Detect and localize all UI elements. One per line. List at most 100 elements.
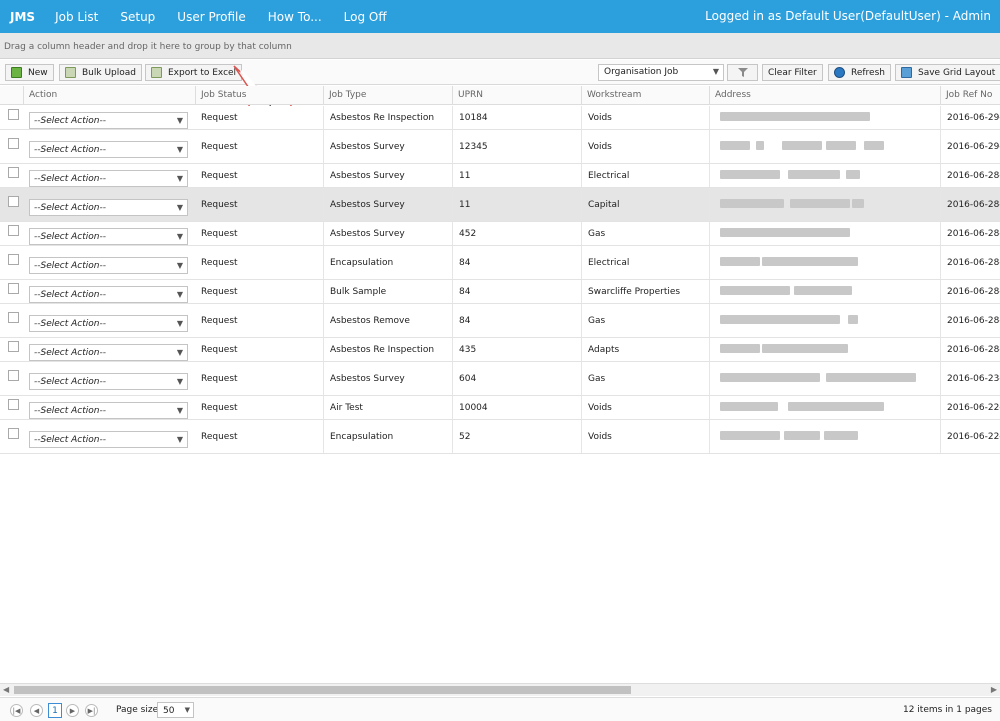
previous-page-icon[interactable]: ◀	[30, 704, 43, 717]
redacted-address	[826, 141, 856, 150]
table-row[interactable]: --Select Action-- ▼ Request Asbestos Survey…	[0, 362, 1000, 396]
new-icon	[11, 67, 22, 78]
bulk-upload-button[interactable]: Bulk Upload	[59, 64, 142, 81]
new-button[interactable]: New	[5, 64, 54, 81]
row-action-select[interactable]: --Select Action-- ▼	[29, 315, 188, 332]
page-size-label: Page size:	[116, 705, 162, 715]
cell-job-type: Asbestos Survey	[323, 130, 452, 163]
last-page-icon[interactable]: ▶|	[85, 704, 98, 717]
header-address[interactable]: Address	[709, 86, 940, 105]
row-checkbox[interactable]	[8, 370, 19, 381]
row-action-select[interactable]: --Select Action-- ▼	[29, 170, 188, 187]
row-action-select[interactable]: --Select Action-- ▼	[29, 199, 188, 216]
row-action-select[interactable]: --Select Action-- ▼	[29, 257, 188, 274]
next-page-icon[interactable]: ▶	[66, 704, 79, 717]
row-action-value: --Select Action--	[34, 203, 106, 213]
row-action-select[interactable]: --Select Action-- ▼	[29, 228, 188, 245]
current-page-button[interactable]: 1	[48, 703, 62, 718]
redacted-address	[720, 170, 780, 179]
group-by-panel[interactable]: Drag a column header and drop it here to…	[0, 33, 1000, 59]
chevron-down-icon: ▼	[176, 377, 183, 386]
table-row[interactable]: --Select Action-- ▼ Request Asbestos Survey…	[0, 188, 1000, 222]
row-action-select[interactable]: --Select Action-- ▼	[29, 402, 188, 419]
filter-button[interactable]	[727, 64, 758, 81]
pager-info: 12 items in 1 pages	[902, 705, 992, 715]
cell-workstream: Capital	[581, 188, 709, 221]
redacted-address	[720, 257, 760, 266]
scroll-right-icon[interactable]: ▶	[991, 685, 997, 694]
cell-job-ref-no: 2016-06-28-1	[940, 188, 1000, 221]
cell-job-type: Asbestos Survey	[323, 188, 452, 221]
table-row[interactable]: --Select Action-- ▼ Request Air Test 10004 Vo…	[0, 396, 1000, 420]
row-checkbox[interactable]	[8, 167, 19, 178]
cell-job-type: Asbestos Survey	[323, 222, 452, 245]
cell-job-type: Asbestos Re Inspection	[323, 338, 452, 361]
chevron-down-icon: ▼	[176, 435, 183, 444]
row-action-select[interactable]: --Select Action-- ▼	[29, 286, 188, 303]
row-checkbox[interactable]	[8, 225, 19, 236]
app-brand[interactable]: JMS	[10, 10, 35, 24]
clear-filter-label: Clear Filter	[768, 67, 817, 78]
header-job-ref-no[interactable]: Job Ref No	[940, 86, 1000, 105]
redacted-address	[720, 199, 784, 208]
table-row[interactable]: --Select Action-- ▼ Request Asbestos Survey…	[0, 222, 1000, 246]
nav-log-off[interactable]: Log Off	[344, 10, 387, 24]
cell-workstream: Voids	[581, 106, 709, 129]
chevron-down-icon: ▼	[176, 116, 183, 125]
cell-workstream: Gas	[581, 222, 709, 245]
scrollbar-thumb[interactable]	[14, 686, 631, 694]
clear-filter-button[interactable]: Clear Filter	[762, 64, 823, 81]
cell-workstream: Swarcliffe Properties	[581, 280, 709, 303]
row-checkbox[interactable]	[8, 109, 19, 120]
row-checkbox[interactable]	[8, 312, 19, 323]
header-action[interactable]: Action	[23, 86, 195, 105]
redacted-address	[756, 141, 764, 150]
first-page-icon[interactable]: |◀	[10, 704, 23, 717]
cell-workstream: Electrical	[581, 164, 709, 187]
horizontal-scrollbar[interactable]: ◀ ▶	[0, 683, 1000, 696]
cell-workstream: Voids	[581, 130, 709, 163]
cell-uprn: 11	[452, 164, 581, 187]
row-action-select[interactable]: --Select Action-- ▼	[29, 373, 188, 390]
header-job-type[interactable]: Job Type	[323, 86, 452, 105]
row-checkbox[interactable]	[8, 254, 19, 265]
table-row[interactable]: --Select Action-- ▼ Request Asbestos Re Ins…	[0, 338, 1000, 362]
chevron-down-icon: ▼	[176, 348, 183, 357]
table-row[interactable]: --Select Action-- ▼ Request Asbestos Survey…	[0, 130, 1000, 164]
cell-workstream: Voids	[581, 420, 709, 453]
row-action-select[interactable]: --Select Action-- ▼	[29, 431, 188, 448]
organisation-job-select[interactable]: Organisation Job ▼	[598, 64, 724, 81]
row-checkbox[interactable]	[8, 399, 19, 410]
page-size-select[interactable]: 50 ▼	[157, 702, 194, 718]
refresh-label: Refresh	[851, 67, 885, 78]
row-checkbox[interactable]	[8, 428, 19, 439]
row-action-select[interactable]: --Select Action-- ▼	[29, 112, 188, 129]
table-row[interactable]: --Select Action-- ▼ Request Encapsulation 52…	[0, 420, 1000, 454]
nav-job-list[interactable]: Job List	[55, 10, 98, 24]
header-uprn[interactable]: UPRN	[452, 86, 581, 105]
row-action-select[interactable]: --Select Action-- ▼	[29, 141, 188, 158]
redacted-address	[848, 315, 858, 324]
scroll-left-icon[interactable]: ◀	[3, 685, 9, 694]
row-checkbox[interactable]	[8, 341, 19, 352]
table-row[interactable]: --Select Action-- ▼ Request Encapsulation 84…	[0, 246, 1000, 280]
chevron-down-icon: ▼	[176, 174, 183, 183]
row-action-select[interactable]: --Select Action-- ▼	[29, 344, 188, 361]
table-row[interactable]: --Select Action-- ▼ Request Asbestos Survey…	[0, 164, 1000, 188]
spreadsheet-icon	[65, 67, 76, 78]
row-checkbox[interactable]	[8, 196, 19, 207]
nav-setup[interactable]: Setup	[120, 10, 155, 24]
row-checkbox[interactable]	[8, 283, 19, 294]
nav-user-profile[interactable]: User Profile	[177, 10, 245, 24]
header-job-status[interactable]: Job Status	[195, 86, 323, 105]
refresh-button[interactable]: Refresh	[828, 64, 891, 81]
cell-workstream: Voids	[581, 396, 709, 419]
table-row[interactable]: --Select Action-- ▼ Request Asbestos Remove…	[0, 304, 1000, 338]
table-row[interactable]: --Select Action-- ▼ Request Bulk Sample 84 Sw…	[0, 280, 1000, 304]
logged-in-user: Logged in as Default User(DefaultUser) -…	[705, 9, 991, 23]
nav-how-to[interactable]: How To...	[268, 10, 322, 24]
save-grid-layout-button[interactable]: Save Grid Layout	[895, 64, 1000, 81]
row-checkbox[interactable]	[8, 138, 19, 149]
table-row[interactable]: --Select Action-- ▼ Request Asbestos Re Ins…	[0, 106, 1000, 130]
header-workstream[interactable]: Workstream	[581, 86, 709, 105]
